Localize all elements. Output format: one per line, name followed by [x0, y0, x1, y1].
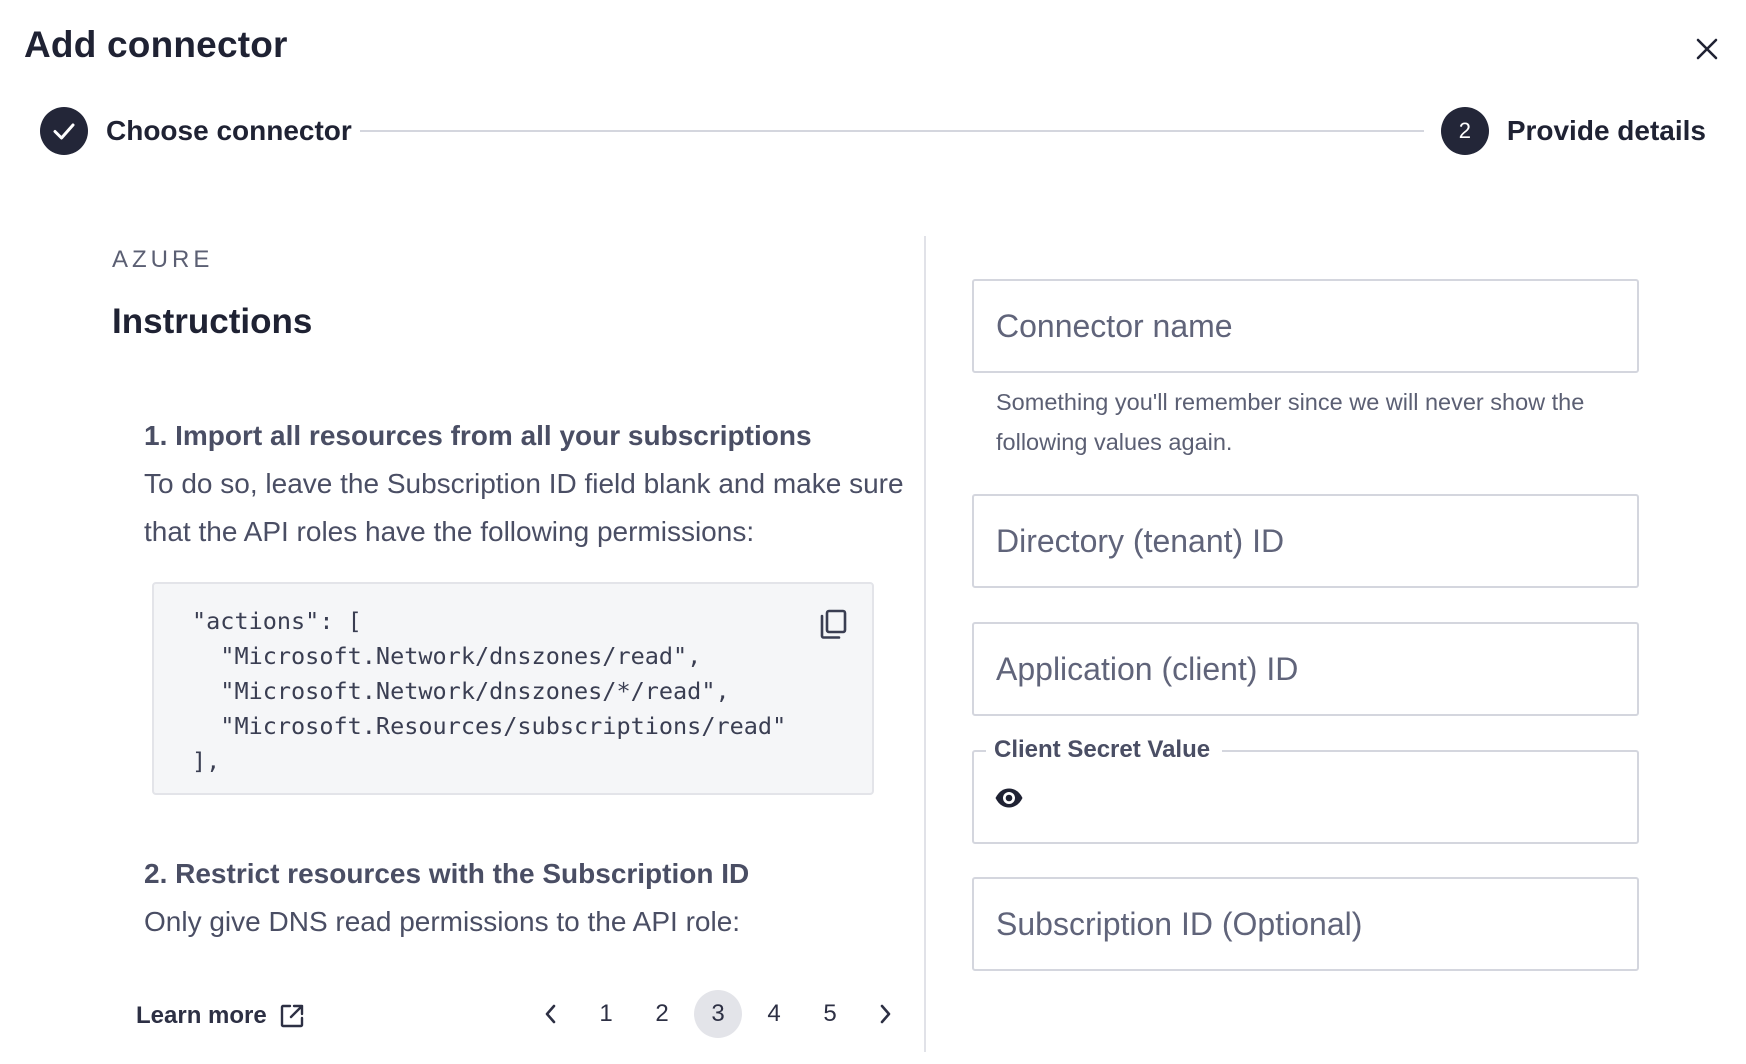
instruction-step-heading: 1. Import all resources from all your su…: [144, 420, 812, 451]
pagination: 1 2 3 4 5: [526, 990, 918, 1038]
stepper-connector-line: [360, 130, 1424, 132]
step-label: Provide details: [1506, 115, 1706, 146]
connector-name-field: [972, 279, 1639, 373]
directory-id-field: [972, 494, 1639, 588]
instruction-step-body: Only give DNS read permissions to the AP…: [144, 906, 741, 937]
page-5-button[interactable]: 5: [806, 990, 854, 1038]
client-secret-label: Client Secret Value: [994, 736, 1219, 764]
code-snippet: "actions": [ "Microsoft.Network/dnszones…: [192, 607, 787, 775]
previous-page-button[interactable]: [526, 990, 574, 1038]
chevron-right-icon: [880, 1004, 891, 1024]
copy-icon[interactable]: [818, 608, 848, 640]
application-id-field: [972, 622, 1639, 716]
next-page-button[interactable]: [862, 990, 910, 1038]
eye-icon[interactable]: [994, 786, 1024, 810]
step-number-badge: 2: [1440, 107, 1489, 155]
page-2-button[interactable]: 2: [638, 990, 686, 1038]
step-choose-connector[interactable]: Choose connector: [40, 107, 352, 155]
subscription-id-input[interactable]: [974, 879, 1637, 969]
client-secret-field: [972, 750, 1639, 844]
instruction-step-heading: 2. Restrict resources with the Subscript…: [144, 858, 750, 889]
page-4-button[interactable]: 4: [750, 990, 798, 1038]
instructions-title: Instructions: [112, 302, 313, 341]
page-1-button[interactable]: 1: [582, 990, 630, 1038]
instructions-header: AZURE Instructions: [112, 246, 902, 342]
instruction-step-body: To do so, leave the Subscription ID fiel…: [144, 468, 904, 547]
connector-name-helper-text: Something you'll remember since we will …: [996, 389, 1585, 455]
step-label: Choose connector: [106, 115, 352, 146]
connector-name-input[interactable]: [974, 281, 1637, 371]
panel-divider: [924, 236, 926, 1052]
chevron-left-icon: [545, 1004, 556, 1024]
step-completed-badge: [40, 107, 88, 155]
directory-id-input[interactable]: [974, 496, 1637, 586]
modal-title: Add connector: [24, 24, 288, 65]
stepper: Choose connector 2 Provide details: [40, 107, 1706, 155]
learn-more-label: Learn more: [136, 1002, 267, 1029]
subscription-id-field: [972, 877, 1639, 971]
close-button[interactable]: [1690, 32, 1724, 66]
check-icon: [53, 123, 75, 140]
page-3-button[interactable]: 3: [694, 990, 742, 1038]
code-block: "actions": [ "Microsoft.Network/dnszones…: [152, 582, 874, 795]
step-provide-details[interactable]: 2 Provide details: [1440, 107, 1706, 155]
learn-more-link[interactable]: Learn more: [136, 1002, 305, 1030]
provider-label: AZURE: [112, 246, 214, 273]
application-id-input[interactable]: [974, 624, 1637, 714]
external-link-icon: [280, 1004, 303, 1028]
close-icon: [1696, 38, 1718, 60]
client-secret-input[interactable]: [974, 752, 1637, 842]
